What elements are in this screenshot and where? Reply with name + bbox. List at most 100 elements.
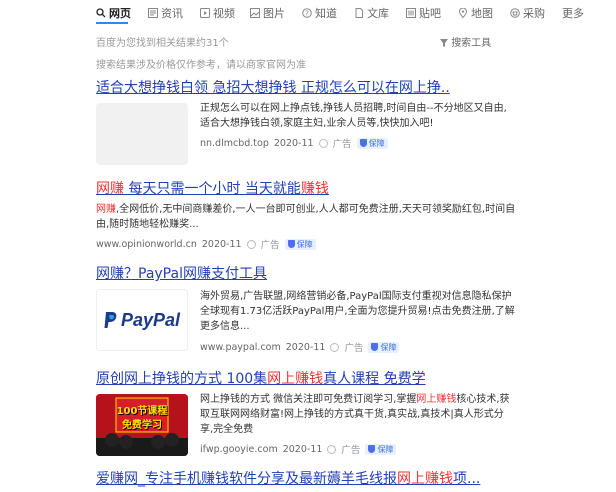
result-4-title-text: 原创网上挣钱的方式 100集	[96, 371, 268, 387]
paypal-p-icon	[104, 312, 117, 328]
tab-video[interactable]: 视频	[200, 5, 235, 21]
tab-images[interactable]: 图片	[250, 5, 285, 21]
result-4-snippet: 网上挣钱的方式 微信关注即可免费订阅学习,掌握网上赚钱核心技术,获取互联网网络财…	[200, 392, 516, 437]
result-4-date: 2020-11	[282, 443, 323, 455]
tab-more-label: 更多	[562, 7, 584, 20]
search-tools-button[interactable]: 搜索工具	[440, 34, 491, 49]
paypal-logo[interactable]: PayPal	[96, 289, 188, 351]
search-result-2: 网赚 每天只需一个小时 当天就能赚钱 网赚,全网低价,无中间商赚差价,一人一台即…	[96, 180, 516, 251]
search-result-1: 适合大想挣钱白领 急招大想挣钱 正规怎么可以在网上挣.. 正规怎么可以在网上挣点…	[96, 79, 516, 179]
result-1-url[interactable]: nn.dlmcbd.top	[200, 138, 269, 149]
shield-icon	[368, 445, 376, 453]
paypal-wordmark: PayPal	[120, 309, 181, 330]
search-result-3: 网赚？PayPal网赚支付工具 PayPal 海外贸易,广告联盟,网络营销必备,…	[96, 265, 516, 365]
result-5-title-text-2: 项...	[453, 471, 481, 487]
document-icon	[355, 8, 363, 18]
map-pin-icon	[458, 8, 468, 18]
tab-wenku[interactable]: 文库	[354, 5, 389, 21]
tab-wenku-label: 文库	[367, 7, 389, 20]
tab-purchase-label: 采购	[523, 7, 545, 20]
tab-tieba-label: 贴吧	[419, 7, 441, 20]
result-2-snippet: 网赚,全网低价,无中间商赚差价,一人一台即可创业,人人都可免费注册,天天可领奖励…	[96, 202, 516, 232]
forum-icon	[406, 8, 416, 18]
result-4-snippet-highlight: 网上赚钱	[416, 394, 457, 405]
search-result-4: 原创网上挣钱的方式 100集网上赚钱真人课程 免费学 100节课程 免费学习 网…	[96, 370, 516, 470]
tab-video-label: 视频	[213, 7, 235, 20]
tab-news[interactable]: 资讯	[148, 5, 183, 21]
result-1-date: 2020-11	[273, 137, 314, 149]
result-4-source: ifwp.gooyie.com 2020-11 广告 保障	[200, 442, 516, 456]
result-4-title[interactable]: 原创网上挣钱的方式 100集网上赚钱真人课程 免费学	[96, 370, 516, 388]
result-3-url[interactable]: www.paypal.com	[200, 342, 281, 353]
result-4-title-highlight: 网上赚钱	[267, 371, 324, 387]
badge-label: 保障	[296, 239, 313, 249]
news-icon	[148, 8, 158, 18]
svg-text:?: ?	[305, 10, 309, 18]
result-3-date: 2020-11	[285, 341, 326, 353]
guarantee-badge[interactable]: 保障	[356, 137, 388, 149]
result-4-title-text-2: 真人课程 免费学	[323, 371, 426, 387]
badge-label: 保障	[380, 342, 397, 352]
result-2-title-highlight: 网赚	[96, 181, 124, 197]
info-icon[interactable]	[330, 342, 340, 352]
result-1-title[interactable]: 适合大想挣钱白领 急招大想挣钱 正规怎么可以在网上挣..	[96, 79, 516, 97]
promo-line-2: 免费学习	[122, 420, 162, 431]
result-5-title[interactable]: 爱赚网_专注手机赚钱软件分享及最新薅羊毛线报网上赚钱项...	[96, 470, 516, 488]
guarantee-badge[interactable]: 保障	[284, 238, 316, 250]
video-icon	[200, 8, 210, 18]
shopping-icon	[510, 8, 520, 18]
result-2-url[interactable]: www.opinionworld.cn	[96, 239, 197, 250]
guarantee-badge[interactable]: 保障	[365, 443, 397, 455]
result-2-title-text: 每天只需一个小时 当天就能	[124, 181, 301, 197]
tab-map-label: 地图	[471, 7, 493, 20]
tab-images-label: 图片	[263, 7, 285, 20]
badge-label: 保障	[368, 138, 385, 148]
shield-icon	[359, 139, 367, 147]
result-5-title-highlight: 网上赚钱	[397, 471, 453, 487]
ad-label: 广告	[341, 445, 361, 456]
price-disclaimer: 搜索结果涉及价格仅作参考，请以商家官网为准	[96, 60, 306, 71]
guarantee-badge[interactable]: 保障	[368, 341, 400, 353]
result-2-title[interactable]: 网赚 每天只需一个小时 当天就能赚钱	[96, 180, 516, 198]
filter-icon	[440, 39, 448, 47]
tab-zhidao-label: 知道	[315, 7, 337, 20]
shield-icon	[287, 240, 295, 248]
info-icon[interactable]	[246, 239, 256, 249]
result-count: 百度为您找到相关结果约31个	[96, 38, 229, 49]
result-2-title-highlight-2: 赚钱	[300, 181, 329, 197]
result-1-thumbnail[interactable]	[96, 103, 188, 165]
result-3-title[interactable]: 网赚？PayPal网赚支付工具	[96, 265, 516, 283]
ad-label: 广告	[344, 343, 364, 354]
result-2-source: www.opinionworld.cn 2020-11 广告 保障	[96, 237, 516, 251]
info-icon[interactable]	[327, 444, 337, 454]
search-result-5: 爱赚网_专注手机赚钱软件分享及最新薅羊毛线报网上赚钱项...	[96, 470, 516, 488]
tab-news-label: 资讯	[161, 7, 183, 20]
tab-zhidao[interactable]: ? 知道	[302, 5, 337, 21]
tab-tieba[interactable]: 贴吧	[406, 5, 441, 21]
badge-label: 保障	[377, 444, 394, 454]
question-icon: ?	[302, 8, 312, 18]
result-3-snippet: 海外贸易,广告联盟,网络营销必备,PayPal国际支付重视对信息隐私保护 全球现…	[200, 291, 515, 332]
search-tools-label: 搜索工具	[451, 38, 492, 49]
result-3-source: www.paypal.com 2020-11 广告 保障	[200, 340, 516, 354]
info-icon[interactable]	[318, 138, 328, 148]
result-5-title-text: 爱赚网_专注手机赚钱软件分享及最新薅羊毛线报	[96, 471, 397, 487]
tab-purchase[interactable]: 采购	[510, 5, 545, 21]
promo-line-1: 100节课程	[116, 406, 168, 417]
search-icon	[96, 8, 106, 18]
result-2-date: 2020-11	[201, 238, 242, 250]
result-4-snippet-text: 网上挣钱的方式 微信关注即可免费订阅学习,掌握	[200, 394, 417, 405]
result-1-snippet: 正规怎么可以在网上挣点钱,挣钱人员招聘,时间自由--不分地区又自由,适合大想挣钱…	[200, 103, 507, 129]
tab-more[interactable]: 更多	[562, 5, 584, 21]
search-tabs-nav: 网页 资讯 视频 图片 ? 知道 文库 贴吧 地图 采购 更多	[0, 0, 616, 26]
active-tab-indicator	[96, 22, 128, 24]
tab-web[interactable]: 网页	[96, 5, 131, 21]
tab-map[interactable]: 地图	[458, 5, 493, 21]
ad-label: 广告	[332, 139, 352, 150]
result-2-snippet-text: ,全网低价,无中间商赚差价,一人一台即可创业,人人都可免费注册,天天可领奖励红包…	[96, 204, 516, 230]
result-4-url[interactable]: ifwp.gooyie.com	[200, 444, 278, 455]
shield-icon	[371, 343, 379, 351]
image-icon	[250, 8, 260, 18]
course-promo-image[interactable]: 100节课程 免费学习	[96, 394, 188, 456]
ad-label: 广告	[260, 240, 280, 251]
